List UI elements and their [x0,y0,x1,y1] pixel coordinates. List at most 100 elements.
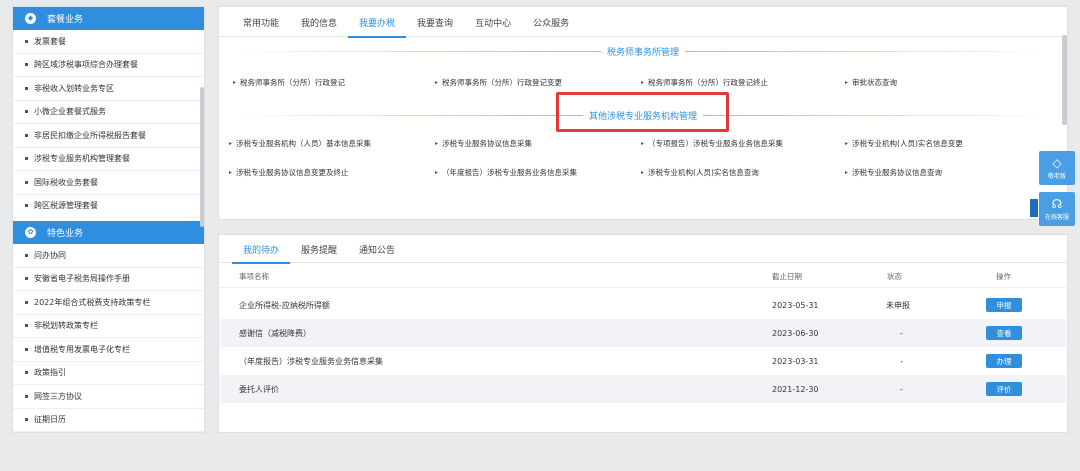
service-link[interactable]: ▸ （专项报告）涉税专业服务业务信息采集 [641,138,783,149]
bullet-icon [25,253,28,257]
flower-icon: ✿ [25,227,36,238]
evaluate-button[interactable]: 评价 [986,382,1022,396]
sidebar-item[interactable]: 小微企业套餐式服务 [13,101,204,124]
service-panel: 常用功能 我的信息 我要办税 我要查询 互动中心 公众服务 税务师事务所管理 ▸… [218,6,1068,220]
bullet-icon [25,204,28,208]
tab-my-todo[interactable]: 我的待办 [232,235,291,264]
side-tab-handle[interactable] [1030,199,1038,217]
sidebar-item[interactable]: 网签三方协议 [13,385,204,409]
bullet-icon [25,157,28,161]
column-header: 状态 [887,272,902,281]
headset-icon: ☊ [1051,196,1063,211]
service-link[interactable]: ▸ 税务师事务所（分所）行政登记终止 [641,77,768,88]
online-service-button[interactable]: ☊ 在线客服 [1039,192,1075,226]
bullet-icon [25,180,28,184]
bullet-icon [25,39,28,43]
handle-button[interactable]: 办理 [986,354,1022,368]
sidebar-item[interactable]: 问办协同 [13,244,204,268]
link-row: ▸ 涉税专业服务协议信息变更及终止 ▸ （年度报告）涉税专业服务业务信息采集 ▸ 涉税… [219,167,1067,181]
table-row: 委托人评价 2021-12-30 - 评价 [220,375,1066,403]
tab-common[interactable]: 常用功能 [232,7,290,37]
triangle-right-icon: ▸ [845,79,849,86]
sidebar-item[interactable]: 征期日历 [13,409,204,432]
sidebar-item[interactable]: 跨区税源管理套餐 [13,195,204,218]
service-link[interactable]: ▸ 涉税专业服务协议信息查询 [845,167,942,178]
view-button[interactable]: 查看 [986,326,1022,340]
table-row: 企业所得税-应纳税所得额 2023-05-31 未申报 申报 [220,291,1066,319]
service-link[interactable]: ▸ 涉税专业服务机构（人员）基本信息采集 [229,138,371,149]
tab-public-service[interactable]: 公众服务 [522,7,580,37]
triangle-right-icon: ▸ [233,79,237,86]
sidebar-item[interactable]: 涉税专业服务机构管理套餐 [13,148,204,171]
sidebar-item[interactable]: 安徽省电子税务局操作手册 [13,268,204,291]
triangle-right-icon: ▸ [641,140,645,147]
sidebar-item[interactable]: 2022年组合式税费支持政策专栏 [13,291,204,315]
sidebar-item[interactable]: 发票套餐 [13,30,204,54]
sidebar-section-header[interactable]: ✿ 特色业务 [13,221,204,244]
sidebar-item[interactable]: 国际税收业务套餐 [13,171,204,195]
triangle-right-icon: ▸ [229,140,233,147]
tab-notice[interactable]: 通知公告 [348,235,406,263]
service-link[interactable]: ▸ 涉税专业机构(人员)实名信息变更 [845,138,963,149]
column-header: 事项名称 [239,272,269,281]
layers-icon: ◆ [25,13,36,24]
service-link[interactable]: ▸ 审批状态查询 [845,77,897,88]
tab-service-reminder[interactable]: 服务提醒 [290,235,348,263]
bullet-icon [25,394,28,398]
sidebar-scrollbar[interactable] [200,87,204,227]
triangle-right-icon: ▸ [435,140,439,147]
triangle-right-icon: ▸ [845,140,849,147]
sidebar-item[interactable]: 非税收入划转业务专区 [13,77,204,101]
bullet-icon [25,86,28,90]
bullet-icon [25,110,28,114]
tab-query[interactable]: 我要查询 [406,7,464,37]
link-row: ▸ 税务师事务所（分所）行政登记 ▸ 税务师事务所（分所）行政登记变更 ▸ 税务师事务… [219,77,1067,91]
sidebar-section-header[interactable]: ◆ 套餐业务 [13,7,204,30]
bottom-tab-bar: 我的待办 服务提醒 通知公告 [219,235,1067,264]
triangle-right-icon: ▸ [435,169,439,176]
triangle-right-icon: ▸ [229,169,233,176]
triangle-right-icon: ▸ [641,169,645,176]
bullet-icon [25,324,28,328]
bullet-icon [25,277,28,281]
sidebar-item[interactable]: 跨区域涉税事项综合办理套餐 [13,54,204,77]
panel-scrollbar[interactable] [1062,35,1067,125]
service-link[interactable]: ▸ 税务师事务所（分所）行政登记 [233,77,345,88]
bullet-icon [25,371,28,375]
sidebar-item[interactable]: 增值税专用发票电子化专栏 [13,338,204,362]
triangle-right-icon: ▸ [435,79,439,86]
column-header: 操作 [996,272,1011,281]
bullet-icon [25,347,28,351]
link-row: ▸ 涉税专业服务机构（人员）基本信息采集 ▸ 涉税专业服务协议信息采集 ▸ （专项报告… [219,138,1067,152]
sidebar-section-title: 特色业务 [47,229,84,239]
sidebar-item[interactable]: 政策指引 [13,362,204,385]
sidebar-section-title: 套餐业务 [47,15,84,25]
elderly-mode-button[interactable]: ◇ 敬老版 [1039,151,1075,185]
triangle-right-icon: ▸ [641,79,645,86]
service-link[interactable]: ▸ 涉税专业服务协议信息变更及终止 [229,167,349,178]
todo-panel: 我的待办 服务提醒 通知公告 事项名称 截止日期 状态 操作 企业所得税-应纳税… [218,234,1068,433]
service-link[interactable]: ▸ 涉税专业服务协议信息采集 [435,138,532,149]
bullet-icon [25,63,28,67]
tab-my-info[interactable]: 我的信息 [290,7,348,37]
sidebar: ◆ 套餐业务 发票套餐 跨区域涉税事项综合办理套餐 非税收入划转业务专区 小微企… [12,6,205,433]
sidebar-item[interactable]: 非居民扣缴企业所得税报告套餐 [13,124,204,148]
bullet-icon [25,133,28,137]
table-header: 事项名称 截止日期 状态 操作 [220,266,1066,288]
bullet-icon [25,300,28,304]
table-row: （年度报告）涉税专业服务业务信息采集 2023-03-31 - 办理 [220,347,1066,375]
bullet-icon [25,418,28,422]
column-header: 截止日期 [772,272,802,281]
service-link[interactable]: ▸ 税务师事务所（分所）行政登记变更 [435,77,562,88]
diamond-icon: ◇ [1052,155,1062,170]
declare-button[interactable]: 申报 [986,298,1022,312]
table-row: 感谢信（减税降费） 2023-06-30 - 查看 [220,319,1066,347]
tab-tax-handling[interactable]: 我要办税 [348,7,407,38]
highlight-box [556,92,729,132]
service-link[interactable]: ▸ 涉税专业机构(人员)实名信息查询 [641,167,759,178]
group-title: 税务师事务所管理 [233,44,1054,58]
triangle-right-icon: ▸ [845,169,849,176]
sidebar-item[interactable]: 非税划转政策专栏 [13,315,204,338]
tab-interaction[interactable]: 互动中心 [464,7,522,37]
service-link[interactable]: ▸ （年度报告）涉税专业服务业务信息采集 [435,167,577,178]
